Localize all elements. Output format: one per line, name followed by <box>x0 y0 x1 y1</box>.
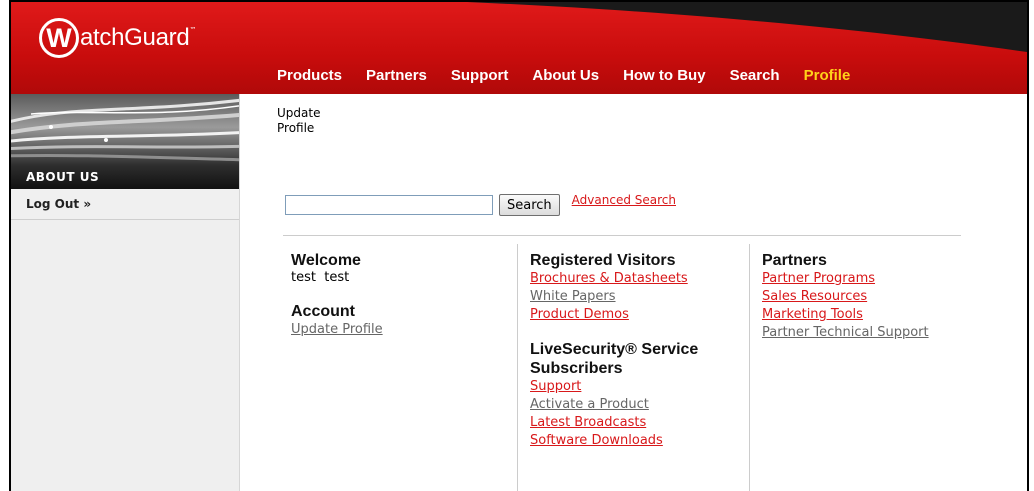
latest-broadcasts-link[interactable]: Latest Broadcasts <box>530 414 750 432</box>
site-header: W atchGuard ™ Products Partners Support … <box>11 2 1027 94</box>
partners-column: Partners Partner Programs Sales Resource… <box>749 244 992 491</box>
divider <box>283 235 961 236</box>
breadcrumb: Update Profile <box>277 106 337 136</box>
sales-resources-link[interactable]: Sales Resources <box>762 288 992 306</box>
user-name: test test <box>291 270 350 285</box>
logo-tm: ™ <box>189 26 197 34</box>
partner-programs-link[interactable]: Partner Programs <box>762 270 992 288</box>
search-button[interactable]: Search <box>499 194 560 216</box>
sidebar-caption: ABOUT US <box>26 170 100 184</box>
brochures-link[interactable]: Brochures & Datasheets <box>530 270 750 288</box>
nav-how-to-buy[interactable]: How to Buy <box>623 67 706 84</box>
software-downloads-link[interactable]: Software Downloads <box>530 432 750 450</box>
registered-visitors-column: Registered Visitors Brochures & Datashee… <box>517 244 750 491</box>
main-content: Update Profile Search Advanced Search We… <box>277 94 1017 491</box>
product-demos-link[interactable]: Product Demos <box>530 306 750 324</box>
welcome-column: Welcome test test Account Update Profile <box>291 251 501 339</box>
partner-technical-support-link[interactable]: Partner Technical Support <box>762 324 992 342</box>
sidebar-banner-image: ABOUT US <box>11 94 239 189</box>
logo-text: atchGuard <box>80 24 190 51</box>
activate-product-link[interactable]: Activate a Product <box>530 396 750 414</box>
partners-heading: Partners <box>762 252 827 269</box>
breadcrumb-line2: Profile <box>277 121 315 135</box>
logo-w-icon: W <box>39 18 79 58</box>
nav-products[interactable]: Products <box>277 67 342 84</box>
account-heading: Account <box>291 303 355 320</box>
welcome-heading: Welcome <box>291 252 361 269</box>
white-papers-link[interactable]: White Papers <box>530 288 750 306</box>
update-profile-link[interactable]: Update Profile <box>291 321 501 339</box>
breadcrumb-line1: Update <box>277 106 321 120</box>
search-input[interactable] <box>285 195 493 215</box>
header-swoosh <box>467 2 1027 52</box>
top-navigation: Products Partners Support About Us How t… <box>277 67 874 84</box>
marketing-tools-link[interactable]: Marketing Tools <box>762 306 992 324</box>
livesecurity-heading: LiveSecurity® Service Subscribers <box>530 341 699 377</box>
watchguard-logo[interactable]: W atchGuard ™ <box>39 18 196 58</box>
nav-support[interactable]: Support <box>451 67 509 84</box>
nav-profile[interactable]: Profile <box>804 67 851 84</box>
nav-about-us[interactable]: About Us <box>532 67 599 84</box>
nav-search[interactable]: Search <box>730 67 780 84</box>
support-link[interactable]: Support <box>530 378 750 396</box>
sidebar: ABOUT US Log Out » <box>11 94 240 491</box>
browser-page: W atchGuard ™ Products Partners Support … <box>9 0 1029 491</box>
logout-link[interactable]: Log Out » <box>11 189 239 220</box>
advanced-search-link[interactable]: Advanced Search <box>572 193 676 207</box>
registered-visitors-heading: Registered Visitors <box>530 252 676 269</box>
search-bar: Search Advanced Search <box>285 193 676 216</box>
nav-partners[interactable]: Partners <box>366 67 427 84</box>
